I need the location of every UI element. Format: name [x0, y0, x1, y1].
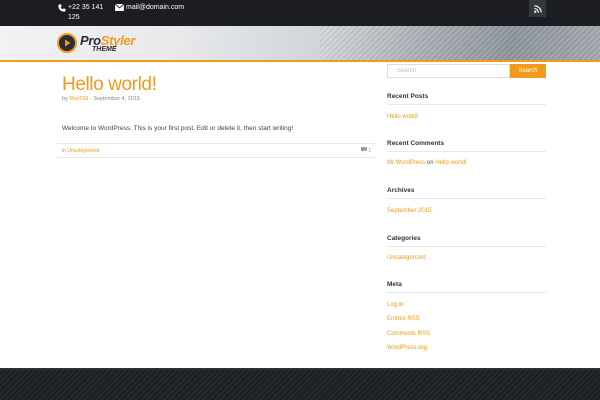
search-button[interactable]: Search: [510, 64, 546, 78]
comment-post-link[interactable]: Hello world!: [435, 160, 466, 166]
widget-title-recent-posts: Recent Posts: [387, 93, 429, 100]
site-footer: [0, 368, 600, 400]
category-link[interactable]: Uncategorized: [387, 255, 426, 261]
divider: [387, 104, 546, 105]
comment-author-link[interactable]: Mr WordPress: [387, 160, 425, 166]
phone-number: +22 35 141: [68, 4, 104, 11]
comment-icon: [361, 147, 368, 154]
play-icon: [57, 33, 77, 53]
widget-title-recent-comments: Recent Comments: [387, 140, 445, 147]
post-comments-link[interactable]: 1: [361, 147, 371, 154]
meta-link-wordpress-org[interactable]: WordPress.org: [387, 345, 427, 351]
divider: [387, 292, 546, 293]
rss-icon: [533, 0, 542, 18]
post-body: Welcome to WordPress. This is your first…: [62, 125, 294, 132]
divider: [387, 198, 546, 199]
meta-link-login[interactable]: Log in: [387, 302, 403, 308]
rss-button[interactable]: [529, 0, 546, 17]
post-meta: by Roy739 - September 4, 2015: [62, 96, 140, 102]
phone-icon: [57, 3, 66, 12]
post-date: - September 4, 2015: [88, 96, 140, 102]
divider: [387, 246, 546, 247]
email-address[interactable]: mail@domain.com: [126, 3, 184, 13]
site-logo[interactable]: ProStyler THEME: [57, 33, 135, 53]
logo-tagline: THEME: [92, 45, 117, 53]
meta-link-entries-rss[interactable]: Entries RSS: [387, 316, 420, 322]
mail-icon: [115, 3, 124, 12]
post-title[interactable]: Hello world!: [62, 74, 157, 96]
contact-phone: +22 35 141 125: [57, 3, 107, 23]
recent-comment: Mr WordPress on Hello world!: [387, 160, 467, 166]
site-header: ProStyler THEME: [0, 26, 600, 62]
divider: [387, 151, 546, 152]
contact-email[interactable]: mail@domain.com: [115, 3, 184, 13]
search-input[interactable]: [387, 64, 510, 78]
comment-on-text: on: [425, 160, 436, 166]
archive-link[interactable]: September 2015: [387, 208, 431, 214]
comment-count: 1: [368, 147, 371, 154]
top-bar: +22 35 141 125 mail@domain.com: [0, 0, 600, 26]
widget-title-meta: Meta: [387, 281, 402, 288]
post-footer: in Uncategorized 1: [57, 143, 375, 158]
footer-pattern: [0, 370, 600, 400]
meta-link-comments-rss[interactable]: Comments RSS: [387, 331, 430, 337]
widget-title-categories: Categories: [387, 235, 421, 242]
post-category-link[interactable]: Uncategorized: [67, 148, 99, 154]
header-pattern: [320, 26, 600, 60]
post-author-link[interactable]: Roy739: [69, 96, 88, 102]
phone-number-cont: 125: [68, 14, 80, 21]
recent-post-link[interactable]: Hello world!: [387, 114, 418, 120]
post-meta-by: by: [62, 96, 68, 102]
post-category: in Uncategorized: [62, 148, 100, 154]
widget-title-archives: Archives: [387, 187, 415, 194]
